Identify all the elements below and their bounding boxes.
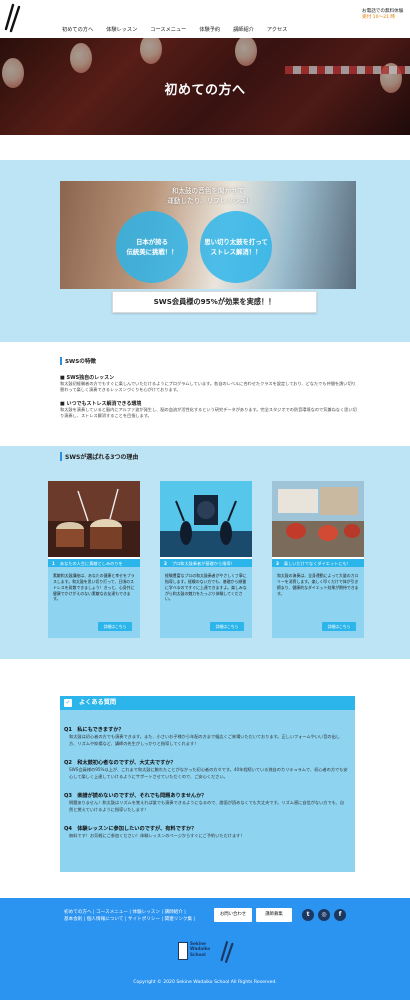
checkbox-icon: ✓ xyxy=(64,699,72,707)
drumsticks-logo[interactable] xyxy=(2,3,22,33)
nav-item-access[interactable]: アクセス xyxy=(267,26,288,33)
feature-body: 和太鼓初経験者の方でもすぐに楽しんでいただけるようにプログラムしています。各自の… xyxy=(60,381,356,393)
faq-question: Q2 和太鼓初心者なのですが、大丈夫ですか？ xyxy=(64,760,176,766)
faq-title: よくある質問 xyxy=(60,696,355,710)
faq-question: Q4 体験レッスンに参加したいのですが、有料ですか？ xyxy=(64,826,197,832)
bubble-left-line1: 日本が誇る xyxy=(136,237,168,246)
promo-bubble-right: 思い切り太鼓を打って ストレス解消！！ xyxy=(200,211,272,283)
footer-links-line2[interactable]: 基本会則 | 個人情報について | サイトポリシー | 関連リンク集 | xyxy=(64,916,212,923)
promo-tagline: SWS会員様の95%が効果を実感！！ xyxy=(112,291,317,313)
promo-heading: 和太鼓の音色を聞かせて 運動したり、リフレッシュ! xyxy=(60,187,356,206)
nav-item-trial-lesson[interactable]: 体験レッスン xyxy=(106,26,137,33)
footer-links-line1[interactable]: 初めての方へ | コースメニュー | 体験レッスン | 講師紹介 | xyxy=(64,909,212,916)
faq-question: Q3 楽譜が読めないのですが、それでも問題ありませんか？ xyxy=(64,793,207,799)
promo-heading-line1: 和太鼓の音色を聞かせて xyxy=(171,187,245,195)
promo-heading-line2: 運動したり、リフレッシュ! xyxy=(167,196,249,205)
drummers-photo xyxy=(48,481,140,557)
contact-button[interactable]: お問い合わせ xyxy=(214,908,252,922)
feature-heading: ■ SWS独自のレッスン xyxy=(60,375,115,381)
features-section: SWSの特徴 ■ SWS独自のレッスン 和太鼓初経験者の方でもすぐに楽しんでいた… xyxy=(60,357,360,419)
footer-logo[interactable]: Sekine Wadaiko School xyxy=(178,940,238,966)
global-nav: 初めての方へ 体験レッスン コースメニュー 体験予約 講師紹介 アクセス xyxy=(62,26,300,33)
phone-contact[interactable]: お電話での無料体験 受付 10〜21 時 xyxy=(362,8,407,20)
nav-item-first-time[interactable]: 初めての方へ xyxy=(62,26,93,33)
reason-label-text: 楽しいだけでなくダイエットにも！ xyxy=(283,561,351,566)
reason-details-button[interactable]: 詳細はこちら xyxy=(98,622,132,631)
nav-item-course-menu[interactable]: コースメニュー xyxy=(150,26,186,33)
contact-hours: 受付 10〜21 時 xyxy=(362,15,395,20)
logo-box xyxy=(178,942,188,960)
faq-answer: 無料です！お気軽にご参加ください！体験レッスンのページからすぐにご予約いただけま… xyxy=(69,833,245,838)
faq-question: Q1 私にもできますか？ xyxy=(64,727,124,733)
page-title: 初めての方へ xyxy=(164,83,246,98)
bubble-right-line2: ストレス解消！！ xyxy=(210,248,262,256)
promo-image: 和太鼓の音色を聞かせて 運動したり、リフレッシュ! 日本が誇る 伝統美に挑戦！！… xyxy=(60,181,356,289)
reason-card-3: 3 楽しいだけでなくダイエットにも！ 和太鼓の演奏は、全身運動によって大量のカロリ… xyxy=(272,481,364,638)
faq-list: Q1 私にもできますか？ 和太鼓は初心者の方でも演奏できます。また、小さいお子様… xyxy=(64,726,348,852)
reasons-title: SWSが選ばれる3つの理由 xyxy=(60,452,138,461)
faq-answer: 問題ありません！和太鼓はリズムを覚えれば誰でも演奏できるようになるので、譜面が読… xyxy=(69,800,345,812)
promo-bubble-left: 日本が誇る 伝統美に挑戦！！ xyxy=(116,211,188,283)
logo-text-line2: Wadaiko xyxy=(190,946,211,952)
faq-answer: SWS会員様の95%以上が、これまで和太鼓に触れたことがなかった初心者の方々です… xyxy=(69,767,348,779)
bubble-left-line2: 伝統美に挑戦！！ xyxy=(126,248,178,256)
reason-label-text: あなたの人生に素敵としみのりを xyxy=(59,561,123,566)
reason-card-1: 1 あなたの人生に素敵としみのりを 素敵和太鼓講座は、あなたの健康と幸せをプラスし… xyxy=(48,481,140,638)
twitter-icon[interactable]: t xyxy=(302,909,314,921)
feature-body: 和太鼓を演奏していると脳内にアルファ波が発生し、脳の血流が活性化するという研究デ… xyxy=(60,406,357,418)
reason-details-button[interactable]: 詳細はこちら xyxy=(322,622,356,631)
features-title: SWSの特徴 xyxy=(60,357,360,365)
nav-item-instructors[interactable]: 講師紹介 xyxy=(233,26,254,33)
nav-item-trial-booking[interactable]: 体験予約 xyxy=(199,26,220,33)
footer-links: 初めての方へ | コースメニュー | 体験レッスン | 講師紹介 | 基本会則 … xyxy=(64,909,212,924)
site-header: 初めての方へ 体験レッスン コースメニュー 体験予約 講師紹介 アクセス お電話… xyxy=(0,0,410,38)
feature-heading: ■ いつでもストレス解消できる環境 xyxy=(60,400,142,407)
copyright: Copyright © 2020 Sekine Wadaiko School A… xyxy=(133,980,277,985)
logo-text-line3: School xyxy=(190,951,206,957)
reason-label-text: プロ和太鼓奏者が基礎から指導！ xyxy=(171,561,235,566)
hero-banner: 初めての方へ xyxy=(0,38,410,135)
instagram-icon[interactable]: ◎ xyxy=(318,909,330,921)
outdoor-drums-photo xyxy=(272,481,364,557)
logo-text: Sekine Wadaiko School xyxy=(190,941,210,957)
drumsticks-icon xyxy=(220,941,234,963)
reason-card-2: 2 プロ和太鼓奏者が基礎から指導！ 経験豊富なプロの和太鼓奏者がやさしく丁寧に指導… xyxy=(160,481,252,638)
facebook-icon[interactable]: f xyxy=(334,909,346,921)
bubble-right-line1: 思い切り太鼓を打って xyxy=(204,237,268,246)
recruit-button[interactable]: 講師募集 xyxy=(256,908,292,922)
faq-answer: 和太鼓は初心者の方でも演奏できます。また、小さいお子様から年配の方まで幅広くご来… xyxy=(69,734,340,746)
reason-details-button[interactable]: 詳細はこちら xyxy=(210,622,244,631)
performer-silhouette-photo xyxy=(160,481,252,557)
